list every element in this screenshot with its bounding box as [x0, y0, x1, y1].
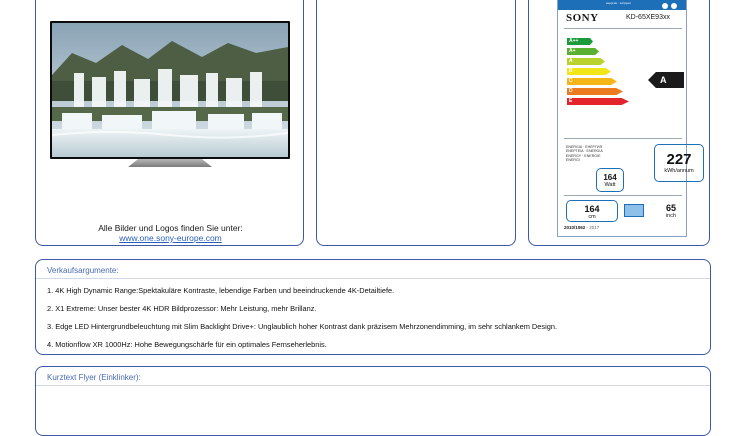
section-title: Kurztext Flyer (Einklinker): [47, 373, 141, 382]
sony-europe-link[interactable]: www.one.sony-europe.com [36, 233, 305, 243]
monitor-icon [624, 204, 644, 217]
inch-value: 65 [665, 203, 676, 213]
screen-size-inch-box: 65 inch [650, 200, 692, 222]
watt-value: 164 [603, 173, 617, 182]
cm-value: 164 [584, 204, 600, 214]
eu-ua-icon [671, 3, 677, 9]
selling-point-item: 3. Edge LED Hintergrundbeleuchtung mit S… [47, 322, 557, 331]
regulation-year: - 2017 [585, 225, 600, 230]
section-divider [36, 385, 710, 386]
regulation-number: 2010/1062 [564, 225, 586, 230]
kwh-unit: kWh/annum [664, 168, 694, 174]
model-number: KD-65XE93xx [626, 14, 670, 21]
section-divider [36, 278, 710, 279]
tv-frame [50, 21, 290, 159]
energy-legal-text: ENERGIA · ЕНЕРГИЯ ΕΝΕΡΓΕΙΑ · ENERGIA ENE… [566, 145, 603, 163]
eu-header-strip: енергия · ενέργεια [558, 0, 686, 10]
selling-point-item: 4. Motionflow XR 1000Hz: Hohe Bewegungsc… [47, 340, 327, 349]
divider [564, 28, 682, 29]
energy-label: енергия · ενέργεια SONY KD-65XE93xx A++ A… [557, 0, 704, 237]
inch-unit: inch [665, 213, 677, 219]
empty-middle-panel [316, 0, 516, 246]
cm-unit: cm [588, 214, 596, 220]
efficiency-class-0: A++ [567, 38, 593, 45]
efficiency-class-4: C [567, 78, 617, 85]
energy-label-panel: енергия · ενέργεια SONY KD-65XE93xx A++ A… [528, 0, 710, 246]
regulation-reference: 2010/1062 - 2017 [564, 225, 599, 230]
brand-name: SONY [566, 12, 599, 24]
selling-points-section: Verkaufsargumente: 1. 4K High Dynamic Ra… [35, 259, 711, 355]
selling-point-item: 2. X1 Extreme: Unser bester 4K HDR Bildp… [47, 304, 317, 313]
tv-stand [128, 159, 212, 167]
flyer-text-section: Kurztext Flyer (Einklinker): [35, 366, 711, 436]
efficiency-class-3: B [567, 68, 611, 75]
watt-unit: Watt [604, 182, 616, 188]
efficiency-class-6: E [567, 98, 629, 105]
legal-line: ENERGI [566, 158, 580, 163]
efficiency-class-1: A+ [567, 48, 599, 55]
tv-product-image [50, 21, 290, 169]
power-box: 164 Watt [596, 168, 624, 192]
efficiency-class-5: D [567, 88, 623, 95]
screen-size-cm-box: 164 cm [566, 200, 618, 222]
eu-flag-icon [662, 3, 668, 9]
section-title: Verkaufsargumente: [47, 266, 119, 275]
kwh-value: 227 [666, 151, 692, 168]
divider [564, 195, 682, 196]
eu-language-text: енергия · ενέργεια [606, 1, 631, 5]
divider [564, 138, 682, 139]
tv-screen-waterfall-image [52, 23, 288, 157]
efficiency-class-2: A [567, 58, 605, 65]
product-image-panel: Alle Bilder und Logos finden Sie unter: … [35, 0, 304, 246]
waterfall-illustration [52, 23, 288, 157]
image-caption: Alle Bilder und Logos finden Sie unter: [98, 223, 243, 233]
efficiency-rating-arrow: A [648, 72, 684, 88]
annual-consumption-box: 227 kWh/annum [654, 144, 704, 182]
selling-point-item: 1. 4K High Dynamic Range:Spektakuläre Ko… [47, 286, 395, 295]
